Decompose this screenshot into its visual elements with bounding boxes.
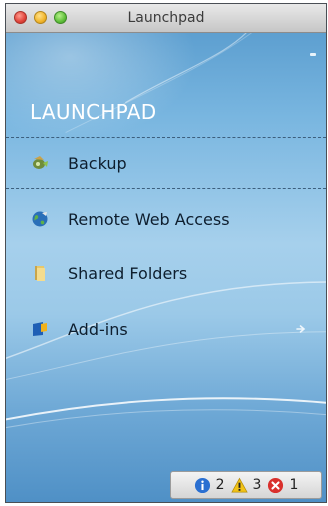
info-alerts[interactable]: 2: [194, 477, 225, 494]
window-title: Launchpad: [127, 10, 205, 26]
arrow-right-icon[interactable]: [296, 324, 306, 334]
launchpad-item-label: Remote Web Access: [68, 209, 230, 229]
error-icon: [268, 477, 284, 493]
launchpad-item-backup[interactable]: Backup: [6, 137, 326, 189]
folder-icon: [35, 266, 45, 281]
backup-icon: [33, 156, 48, 169]
launchpad-item-add-ins[interactable]: Add-ins: [6, 303, 326, 355]
launchpad-panel: LAUNCHPAD Backup Remote Web Access Share…: [6, 33, 326, 502]
launchpad-item-label: Add-ins: [68, 319, 128, 339]
launchpad-heading: LAUNCHPAD: [30, 100, 157, 124]
launchpad-item-label: Backup: [68, 153, 127, 173]
error-count: 1: [289, 477, 299, 493]
title-bar[interactable]: Launchpad: [6, 4, 326, 33]
warning-count: 3: [252, 477, 262, 493]
warning-icon: [230, 477, 248, 492]
alerts-status-bar[interactable]: 2 3 1: [170, 471, 322, 499]
error-alerts[interactable]: 1: [267, 477, 298, 494]
warning-alerts[interactable]: 3: [230, 477, 262, 494]
launchpad-item-remote-web-access[interactable]: Remote Web Access: [6, 193, 326, 245]
add-ins-icon: [33, 322, 47, 336]
options-menu-icon[interactable]: [310, 53, 316, 56]
launchpad-window: Launchpad LAUNCHPAD Backup Remote Web Ac…: [5, 3, 327, 503]
launchpad-item-label: Shared Folders: [68, 263, 188, 283]
globe-icon: [32, 211, 48, 227]
launchpad-item-shared-folders[interactable]: Shared Folders: [6, 247, 326, 299]
info-count: 2: [215, 477, 225, 493]
info-icon: [194, 477, 210, 493]
